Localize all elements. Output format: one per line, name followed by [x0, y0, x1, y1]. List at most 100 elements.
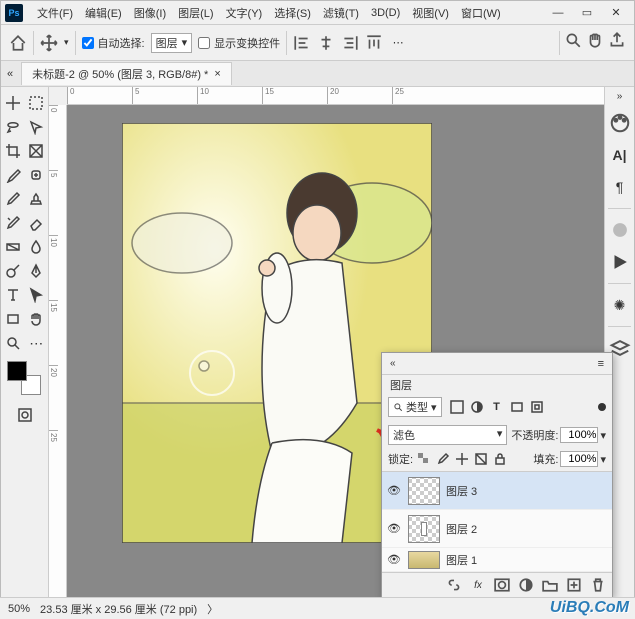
pen-tool[interactable] — [25, 259, 49, 283]
visibility-toggle[interactable]: 👁 — [386, 522, 402, 535]
filter-pixel-icon[interactable] — [450, 400, 464, 414]
healing-tool[interactable] — [25, 163, 49, 187]
lasso-tool[interactable] — [1, 115, 25, 139]
search-icon[interactable] — [564, 31, 582, 49]
fill-caret[interactable]: ▾ — [600, 453, 606, 466]
move-tool[interactable] — [1, 91, 25, 115]
gradient-tool[interactable] — [1, 235, 25, 259]
lock-transparency-icon[interactable] — [417, 452, 431, 466]
lock-all-icon[interactable] — [493, 452, 507, 466]
hand-icon[interactable] — [586, 31, 604, 49]
zoom-tool[interactable] — [1, 331, 25, 355]
filter-toggle[interactable] — [598, 403, 606, 411]
eyedropper-tool[interactable] — [1, 163, 25, 187]
blur-tool[interactable] — [25, 235, 49, 259]
filter-smart-icon[interactable] — [530, 400, 544, 414]
auto-select-checkbox[interactable]: 自动选择: — [82, 35, 145, 51]
menu-view[interactable]: 视图(V) — [406, 3, 455, 23]
rectangle-tool[interactable] — [1, 307, 25, 331]
brush-tool[interactable] — [1, 187, 25, 211]
filter-adjust-icon[interactable] — [470, 400, 484, 414]
layer-thumbnail[interactable] — [408, 551, 440, 569]
character-panel-icon[interactable]: A| — [609, 144, 631, 166]
document-info[interactable]: 23.53 厘米 x 29.56 厘米 (72 ppi) — [40, 601, 197, 617]
layer-row[interactable]: 👁 图层 3 — [382, 472, 612, 510]
layers-tab-label[interactable]: 图层 — [382, 375, 612, 393]
share-icon[interactable] — [608, 31, 626, 49]
foreground-color[interactable] — [7, 361, 27, 381]
color-panel-icon[interactable] — [609, 112, 631, 134]
menu-layer[interactable]: 图层(L) — [172, 3, 219, 23]
crop-tool[interactable] — [1, 139, 25, 163]
adjustments-panel-icon[interactable]: ✺ — [609, 294, 631, 316]
visibility-toggle[interactable]: 👁 — [386, 484, 402, 497]
minimize-button[interactable]: — — [544, 4, 572, 22]
menu-filter[interactable]: 滤镜(T) — [317, 3, 365, 23]
lock-position-icon[interactable] — [455, 452, 469, 466]
blend-mode-dropdown[interactable]: 滤色▾ — [388, 425, 507, 445]
close-tab-icon[interactable]: × — [214, 68, 220, 80]
more-align-icon[interactable]: ⋯ — [389, 34, 407, 52]
zoom-level[interactable]: 50% — [8, 603, 30, 615]
lock-artboard-icon[interactable] — [474, 452, 488, 466]
show-transform-checkbox[interactable]: 显示变换控件 — [198, 35, 280, 51]
visibility-toggle[interactable]: 👁 — [386, 553, 402, 566]
history-brush-tool[interactable] — [1, 211, 25, 235]
layer-row[interactable]: 👁 图层 2 — [382, 510, 612, 548]
menu-image[interactable]: 图像(I) — [128, 3, 172, 23]
document-tab[interactable]: 未标题-2 @ 50% (图层 3, RGB/8#) * × — [21, 62, 232, 85]
fill-input[interactable] — [560, 451, 598, 467]
align-top-icon[interactable] — [365, 34, 383, 52]
quick-select-tool[interactable] — [25, 115, 49, 139]
menu-type[interactable]: 文字(Y) — [220, 3, 269, 23]
menu-select[interactable]: 选择(S) — [268, 3, 317, 23]
layer-filter-type-dropdown[interactable]: 类型 ▾ — [388, 397, 442, 417]
layer-name[interactable]: 图层 2 — [446, 521, 477, 537]
align-right-icon[interactable] — [341, 34, 359, 52]
auto-select-target-dropdown[interactable]: 图层▾ — [151, 33, 193, 53]
menu-window[interactable]: 窗口(W) — [455, 3, 507, 23]
opacity-input[interactable] — [560, 427, 598, 443]
menu-3d[interactable]: 3D(D) — [365, 5, 406, 21]
path-select-tool[interactable] — [25, 283, 49, 307]
adjustment-layer-icon[interactable] — [518, 577, 534, 593]
edit-toolbar[interactable]: ⋯ — [25, 331, 49, 355]
close-button[interactable]: ✕ — [602, 4, 630, 22]
dodge-tool[interactable] — [1, 259, 25, 283]
layer-thumbnail[interactable] — [408, 515, 440, 543]
collapse-tabs-icon[interactable]: « — [7, 68, 13, 80]
new-group-icon[interactable] — [542, 577, 558, 593]
layer-thumbnail[interactable] — [408, 477, 440, 505]
link-layers-icon[interactable] — [446, 577, 462, 593]
dropdown-caret-icon[interactable]: ▾ — [64, 37, 69, 48]
panel-menu-icon[interactable]: ≡ — [598, 358, 604, 370]
layer-name[interactable]: 图层 3 — [446, 483, 477, 499]
eraser-tool[interactable] — [25, 211, 49, 235]
lock-paint-icon[interactable] — [436, 452, 450, 466]
paragraph-panel-icon[interactable]: ¶ — [609, 176, 631, 198]
delete-layer-icon[interactable] — [590, 577, 606, 593]
layer-fx-icon[interactable]: fx — [470, 577, 486, 593]
swatches-panel-icon[interactable] — [609, 219, 631, 241]
filter-shape-icon[interactable] — [510, 400, 524, 414]
menu-file[interactable]: 文件(F) — [31, 3, 79, 23]
type-tool[interactable] — [1, 283, 25, 307]
move-tool-icon[interactable] — [40, 34, 58, 52]
align-left-icon[interactable] — [293, 34, 311, 52]
layer-mask-icon[interactable] — [494, 577, 510, 593]
new-layer-icon[interactable] — [566, 577, 582, 593]
hand-tool[interactable] — [25, 307, 49, 331]
marquee-tool[interactable] — [25, 91, 49, 115]
expand-dock-icon[interactable]: » — [617, 91, 623, 102]
panel-collapse-icon[interactable]: « — [390, 358, 396, 369]
color-swatches[interactable] — [7, 361, 41, 395]
layer-name[interactable]: 图层 1 — [446, 552, 477, 568]
maximize-button[interactable]: ▭ — [573, 4, 601, 22]
menu-edit[interactable]: 编辑(E) — [79, 3, 128, 23]
actions-panel-icon[interactable] — [609, 251, 631, 273]
layer-row[interactable]: 👁 图层 1 — [382, 548, 612, 572]
clone-stamp-tool[interactable] — [25, 187, 49, 211]
home-icon[interactable] — [9, 34, 27, 52]
frame-tool[interactable] — [25, 139, 49, 163]
info-caret-icon[interactable]: 〉 — [207, 601, 218, 617]
